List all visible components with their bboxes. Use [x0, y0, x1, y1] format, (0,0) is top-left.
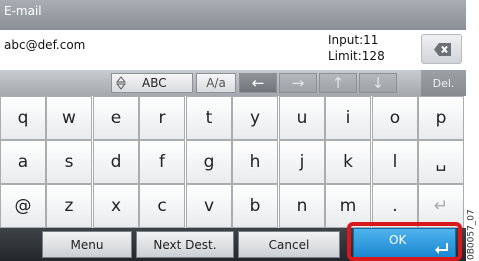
key-o[interactable]: o: [372, 96, 418, 140]
arrow-left-icon: ←: [251, 74, 265, 92]
backspace-icon: [434, 43, 451, 56]
key-y[interactable]: y: [232, 96, 278, 140]
input-mode-select[interactable]: ABC: [111, 73, 193, 93]
key-x[interactable]: x: [93, 184, 139, 228]
input-mode-label: ABC: [142, 76, 167, 90]
case-toggle-button[interactable]: A/a: [196, 73, 236, 93]
key-v[interactable]: v: [186, 184, 232, 228]
limit-counter: Limit:128: [328, 49, 385, 63]
key-r[interactable]: r: [139, 96, 185, 140]
cursor-up-button[interactable]: ↑: [319, 73, 357, 93]
key-n[interactable]: n: [279, 184, 325, 228]
space-icon: ␣: [435, 152, 447, 172]
key-t[interactable]: t: [186, 96, 232, 140]
cursor-down-button[interactable]: ↓: [359, 73, 397, 93]
next-destination-button[interactable]: Next Dest.: [136, 231, 234, 258]
input-counter-label: Input:: [328, 33, 364, 47]
arrow-right-icon: →: [291, 74, 305, 92]
limit-counter-label: Limit:: [328, 49, 362, 63]
key-p[interactable]: p: [418, 96, 464, 140]
backspace-button[interactable]: [421, 34, 462, 64]
arrow-up-icon: ↑: [331, 74, 345, 92]
limit-counter-value: 128: [361, 49, 385, 63]
key-s[interactable]: s: [46, 140, 92, 184]
email-text-value[interactable]: abc@def.com: [4, 38, 85, 52]
key-f[interactable]: f: [139, 140, 185, 184]
screen-title: E-mail: [0, 0, 466, 30]
key-z[interactable]: z: [46, 184, 92, 228]
key-h[interactable]: h: [232, 140, 278, 184]
key-u[interactable]: u: [279, 96, 325, 140]
menu-button[interactable]: Menu: [42, 231, 132, 258]
key-k[interactable]: k: [325, 140, 371, 184]
input-counter: Input:11: [328, 33, 378, 47]
highlight-frame: [347, 222, 462, 261]
key-d[interactable]: d: [93, 140, 139, 184]
key-g[interactable]: g: [186, 140, 232, 184]
key-c[interactable]: c: [139, 184, 185, 228]
arrow-down-icon: ↓: [371, 74, 385, 92]
key-space[interactable]: ␣: [418, 140, 464, 184]
input-field-area[interactable]: abc@def.com Input:11 Limit:128: [0, 30, 466, 70]
key-e[interactable]: e: [93, 96, 139, 140]
spinner-updown-icon: [116, 76, 126, 90]
input-counter-value: 11: [363, 33, 379, 47]
cancel-button[interactable]: Cancel: [238, 231, 340, 258]
key-at[interactable]: @: [0, 184, 46, 228]
key-w[interactable]: w: [46, 96, 92, 140]
key-j[interactable]: j: [279, 140, 325, 184]
enter-icon: ↵: [433, 196, 449, 216]
figure-code: 0B0057_07: [466, 209, 477, 261]
cursor-right-button[interactable]: →: [279, 73, 317, 93]
cursor-left-button[interactable]: ←: [239, 73, 277, 93]
key-l[interactable]: l: [372, 140, 418, 184]
key-q[interactable]: q: [0, 96, 46, 140]
key-a[interactable]: a: [0, 140, 46, 184]
email-input-screen: E-mail abc@def.com Input:11 Limit:128 AB…: [0, 0, 466, 261]
key-i[interactable]: i: [325, 96, 371, 140]
key-b[interactable]: b: [232, 184, 278, 228]
delete-button[interactable]: Del.: [421, 70, 466, 96]
